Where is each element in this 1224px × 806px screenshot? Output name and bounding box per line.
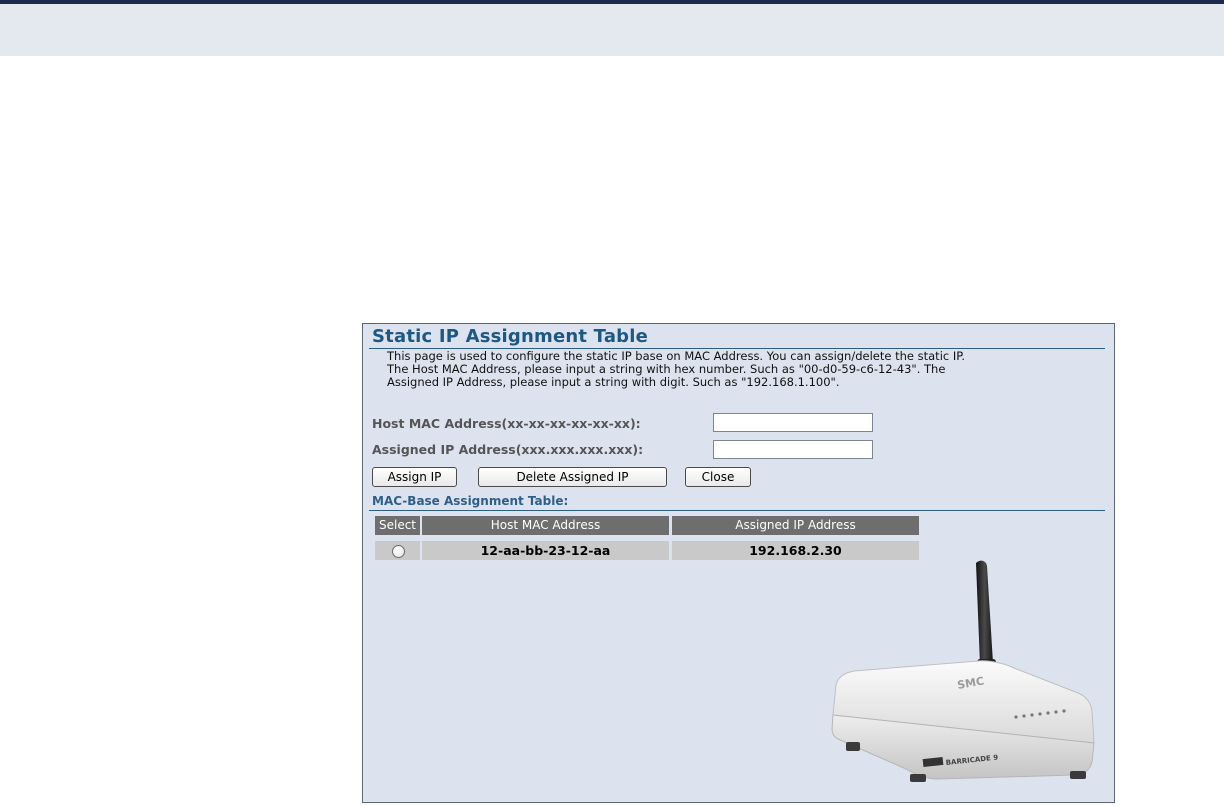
column-header-ip: Assigned IP Address: [672, 516, 919, 535]
ip-address-input[interactable]: [713, 440, 873, 459]
column-header-mac: Host MAC Address: [422, 516, 669, 535]
page-header-band: [0, 4, 1224, 56]
router-image: SMC BARRICADE 9: [831, 560, 1095, 782]
description-line: Assigned IP Address, please input a stri…: [387, 375, 840, 389]
static-ip-panel: Static IP Assignment Table This page is …: [362, 323, 1115, 803]
assignment-table-title: MAC-Base Assignment Table:: [372, 494, 569, 508]
page-title: Static IP Assignment Table: [372, 326, 649, 347]
mac-address-input[interactable]: [713, 413, 873, 432]
mac-address-label: Host MAC Address(xx-xx-xx-xx-xx-xx):: [372, 416, 641, 431]
row-select-radio[interactable]: [392, 545, 405, 558]
ip-address-label: Assigned IP Address(xxx.xxx.xxx.xxx):: [372, 442, 644, 457]
router-antenna-icon: [976, 560, 996, 671]
assign-ip-button[interactable]: Assign IP: [372, 467, 457, 487]
section-divider: [369, 510, 1105, 511]
table-row-mac: 12-aa-bb-23-12-aa: [422, 541, 669, 560]
delete-assigned-ip-button[interactable]: Delete Assigned IP: [478, 467, 667, 487]
close-button[interactable]: Close: [685, 467, 751, 487]
page-description: This page is used to configure the stati…: [387, 350, 1107, 389]
column-header-select: Select: [375, 516, 420, 535]
